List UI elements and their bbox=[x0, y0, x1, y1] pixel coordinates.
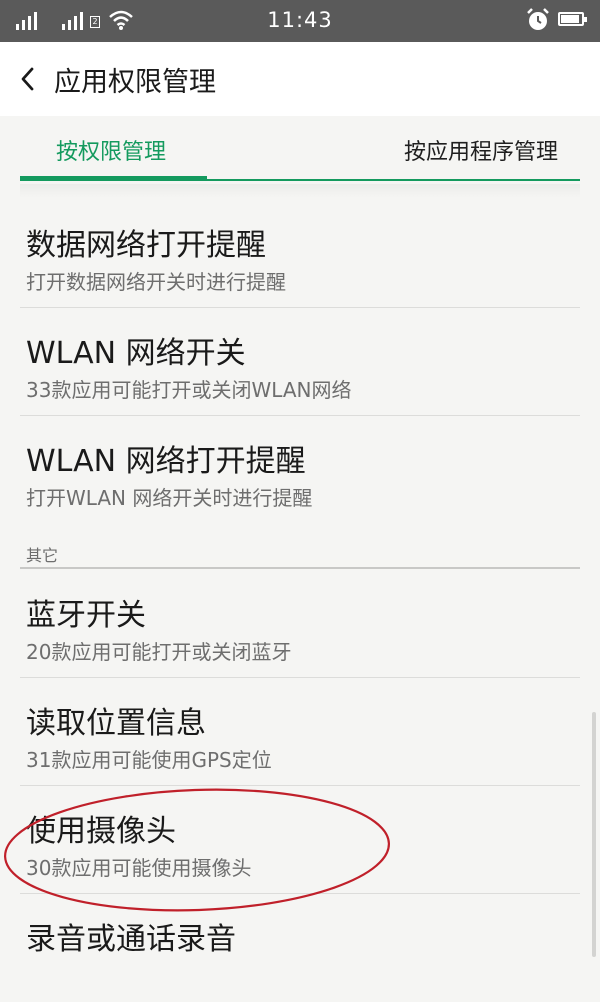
list-item-data-network-alert[interactable]: 数据网络打开提醒 打开数据网络开关时进行提醒 bbox=[0, 200, 600, 308]
annotation-ellipse bbox=[4, 788, 390, 912]
list-item-bluetooth[interactable]: 蓝牙开关 20款应用可能打开或关闭蓝牙 bbox=[0, 570, 600, 678]
item-subtitle: 31款应用可能使用GPS定位 bbox=[26, 748, 272, 772]
page-title: 应用权限管理 bbox=[54, 67, 216, 98]
battery-icon bbox=[558, 12, 587, 26]
item-title: 录音或通话录音 bbox=[26, 922, 236, 957]
section-divider bbox=[20, 567, 580, 569]
item-subtitle: 打开WLAN 网络开关时进行提醒 bbox=[26, 486, 313, 510]
status-time: 11:43 bbox=[267, 8, 333, 32]
item-title: 数据网络打开提醒 bbox=[26, 228, 266, 263]
list-item-location[interactable]: 读取位置信息 31款应用可能使用GPS定位 bbox=[0, 678, 600, 786]
item-subtitle: 20款应用可能打开或关闭蓝牙 bbox=[26, 640, 292, 664]
item-subtitle: 33款应用可能打开或关闭WLAN网络 bbox=[26, 378, 352, 402]
item-title: 蓝牙开关 bbox=[26, 598, 146, 633]
item-title: WLAN 网络开关 bbox=[26, 336, 246, 371]
tab-bar: 按权限管理 按应用程序管理 bbox=[0, 116, 600, 182]
item-title: 读取位置信息 bbox=[26, 706, 206, 741]
tab-by-permission[interactable]: 按权限管理 bbox=[56, 134, 166, 166]
chevron-left-icon[interactable] bbox=[14, 64, 44, 94]
section-header-other: 其它 bbox=[26, 546, 59, 565]
tab-by-app[interactable]: 按应用程序管理 bbox=[404, 134, 558, 166]
item-title: WLAN 网络打开提醒 bbox=[26, 444, 306, 479]
tab-active-indicator bbox=[20, 176, 207, 181]
scroll-shadow bbox=[20, 184, 580, 198]
app-header: 应用权限管理 bbox=[0, 42, 600, 116]
scrollbar[interactable] bbox=[592, 712, 596, 957]
alarm-icon bbox=[527, 8, 549, 30]
battery-fill bbox=[561, 15, 579, 23]
item-subtitle: 打开数据网络开关时进行提醒 bbox=[26, 270, 286, 294]
list-item-wlan-switch[interactable]: WLAN 网络开关 33款应用可能打开或关闭WLAN网络 bbox=[0, 308, 600, 416]
status-bar: 2 11:43 bbox=[0, 0, 600, 42]
list-item-wlan-alert[interactable]: WLAN 网络打开提醒 打开WLAN 网络开关时进行提醒 bbox=[0, 416, 600, 524]
